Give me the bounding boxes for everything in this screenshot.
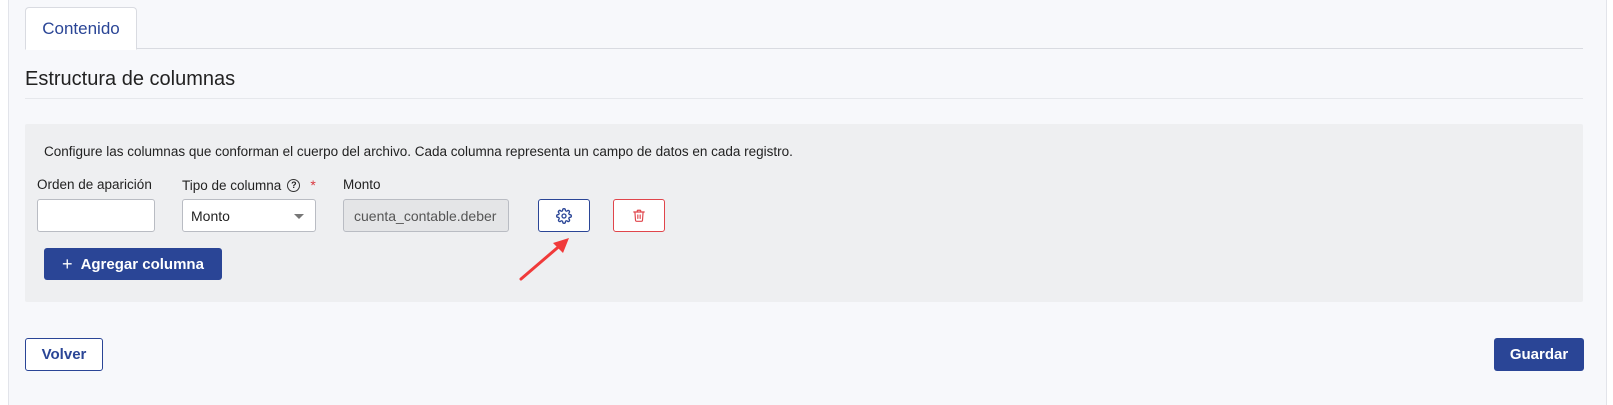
monto-field: cuenta_contable.deber xyxy=(343,199,509,232)
section-title: Estructura de columnas xyxy=(25,68,236,90)
monto-label: Monto xyxy=(343,177,381,192)
delete-column-button[interactable] xyxy=(613,199,665,232)
plus-icon: + xyxy=(62,254,73,274)
trash-icon xyxy=(633,209,645,222)
divider xyxy=(25,98,1583,99)
gear-icon xyxy=(556,207,572,224)
help-circle-icon[interactable]: ? xyxy=(287,178,301,192)
column-type-selected-value: Monto xyxy=(191,207,230,224)
add-column-button[interactable]: + Agregar columna xyxy=(44,248,222,280)
tab-contenido[interactable]: Contenido xyxy=(25,7,137,50)
order-label: Orden de aparición xyxy=(37,177,152,192)
required-marker: * xyxy=(310,177,316,193)
columns-panel: Configure las columnas que conforman el … xyxy=(25,124,1583,302)
page-container: Contenido Estructura de columnas Configu… xyxy=(8,0,1607,405)
column-type-select[interactable]: Monto xyxy=(182,199,316,232)
tab-bar: Contenido xyxy=(25,7,1583,50)
column-settings-button[interactable] xyxy=(538,199,590,232)
add-column-label: Agregar columna xyxy=(80,255,204,273)
save-button[interactable]: Guardar xyxy=(1494,338,1584,371)
chevron-down-icon xyxy=(294,214,304,219)
monto-field-value: cuenta_contable.deber xyxy=(354,207,497,224)
column-type-label: Tipo de columna xyxy=(182,177,282,193)
order-input[interactable] xyxy=(37,199,155,232)
back-button[interactable]: Volver xyxy=(25,338,103,371)
section-description: Configure las columnas que conforman el … xyxy=(44,144,793,159)
column-type-label-group: Tipo de columna ? * xyxy=(182,177,316,193)
